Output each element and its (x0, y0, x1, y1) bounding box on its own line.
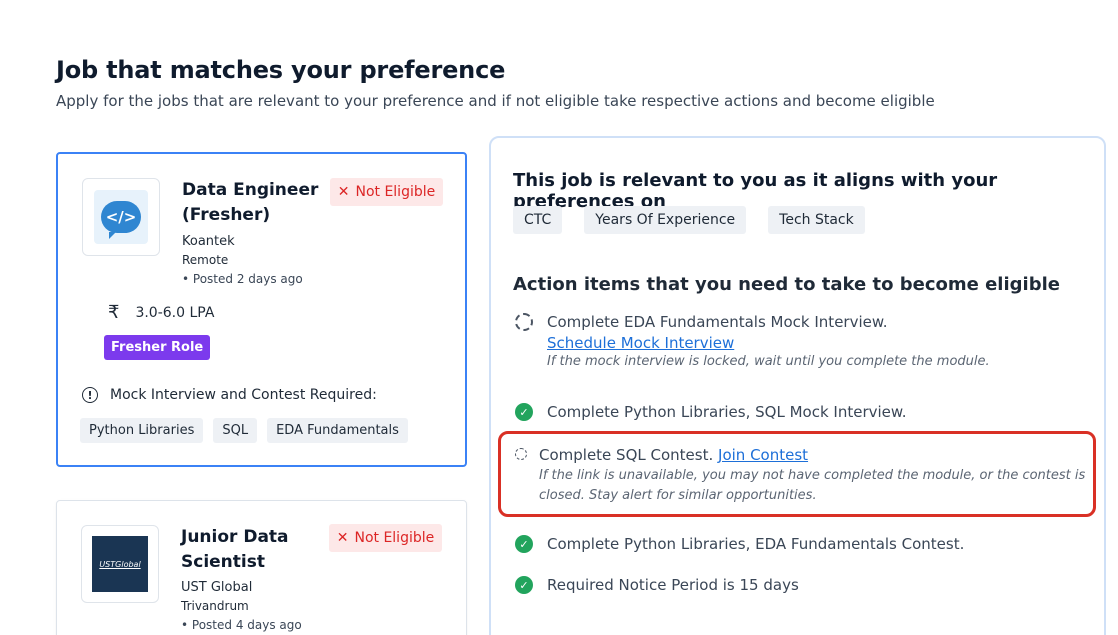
schedule-mock-interview-link[interactable]: Schedule Mock Interview (547, 334, 734, 352)
preference-tag: Years Of Experience (584, 206, 747, 234)
page-subtitle: Apply for the jobs that are relevant to … (56, 92, 935, 110)
skill-tag: Python Libraries (80, 418, 204, 443)
action-item: ✓ Required Notice Period is 15 days (515, 574, 799, 596)
action-item: Complete EDA Fundamentals Mock Interview… (515, 311, 990, 372)
code-bubble-icon: </> (94, 190, 148, 244)
check-circle-icon: ✓ (515, 576, 533, 594)
pending-icon (515, 313, 533, 331)
job-card-data-engineer[interactable]: </> Data Engineer (Fresher) Koantek Remo… (56, 152, 467, 467)
skill-tags: Python Libraries SQL EDA Fundamentals (80, 418, 408, 443)
preference-tag: Tech Stack (768, 206, 865, 234)
company-logo: </> (82, 178, 160, 256)
job-card-junior-data-scientist[interactable]: USTGlobal Junior Data Scientist UST Glob… (56, 500, 467, 635)
close-icon: ✕ (336, 530, 349, 546)
action-items-heading: Action items that you need to take to be… (513, 274, 1060, 295)
status-badge: ✕ Not Eligible (330, 178, 443, 206)
requirement-note: ! Mock Interview and Contest Required: (82, 387, 377, 403)
skill-tag: EDA Fundamentals (267, 418, 408, 443)
action-text: Complete Python Libraries, SQL Mock Inte… (547, 403, 907, 421)
posted-date: • Posted 2 days ago (182, 272, 303, 286)
company-name: UST Global (181, 580, 253, 595)
check-circle-icon: ✓ (515, 403, 533, 421)
job-title: Data Engineer (Fresher) (182, 180, 319, 225)
page-title: Job that matches your preference (56, 56, 506, 84)
action-text: Complete Python Libraries, EDA Fundament… (547, 535, 965, 553)
action-text: Required Notice Period is 15 days (547, 576, 799, 594)
close-icon: ✕ (337, 184, 350, 200)
action-note: If the mock interview is locked, wait un… (547, 354, 990, 369)
skill-tag: SQL (213, 418, 258, 443)
action-item: ✓ Complete Python Libraries, SQL Mock In… (515, 401, 907, 423)
company-logo: USTGlobal (81, 525, 159, 603)
job-location: Remote (182, 253, 229, 267)
fresher-role-tag: Fresher Role (104, 335, 211, 360)
info-icon: ! (82, 387, 98, 403)
action-item: ✓ Complete Python Libraries, EDA Fundame… (515, 533, 964, 555)
requirement-text: Mock Interview and Contest Required: (110, 387, 377, 403)
rupee-icon: ₹ (108, 302, 120, 323)
job-location: Trivandrum (181, 599, 249, 613)
salary: ₹ 3.0-6.0 LPA (108, 302, 214, 323)
salary-value: 3.0-6.0 LPA (135, 304, 215, 321)
action-text: Complete EDA Fundamentals Mock Interview… (547, 313, 888, 331)
ust-global-logo: USTGlobal (92, 536, 148, 592)
status-badge: ✕ Not Eligible (329, 524, 442, 552)
check-circle-icon: ✓ (515, 535, 533, 553)
posted-date: • Posted 4 days ago (181, 618, 302, 632)
company-name: Koantek (182, 234, 235, 249)
job-title: Junior Data Scientist (181, 527, 289, 572)
highlight-annotation (498, 431, 1096, 517)
job-details-panel: This job is relevant to you as it aligns… (489, 136, 1106, 635)
preference-tags: CTC Years Of Experience Tech Stack (513, 206, 865, 234)
preference-tag: CTC (513, 206, 563, 234)
